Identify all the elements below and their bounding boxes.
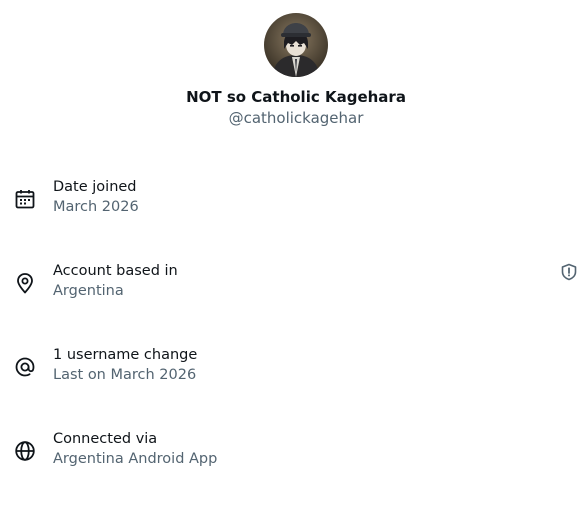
info-title: Connected via: [53, 431, 158, 447]
info-title: Date joined: [53, 179, 137, 195]
globe-icon: [14, 440, 36, 462]
calendar-icon: [14, 188, 36, 210]
info-row-date-joined: Date joined March 2026: [0, 177, 587, 221]
at-sign-icon: [14, 356, 36, 378]
location-pin-icon: [14, 272, 36, 294]
info-value: Last on March 2026: [53, 367, 197, 383]
info-row-username-change: 1 username change Last on March 2026: [0, 345, 587, 389]
info-value: March 2026: [53, 199, 139, 215]
info-value: Argentina Android App: [53, 451, 218, 467]
shield-icon[interactable]: [560, 263, 578, 281]
username-handle: @catholickagehar: [228, 109, 364, 127]
info-row-connected-via: Connected via Argentina Android App: [0, 429, 587, 473]
avatar[interactable]: [264, 13, 328, 77]
profile-header: NOT so Catholic Kagehara @catholickageha…: [0, 13, 587, 128]
info-title: 1 username change: [53, 347, 198, 363]
info-value: Argentina: [53, 283, 124, 299]
info-row-account-based-in: Account based in Argentina: [0, 261, 587, 305]
about-account-panel: NOT so Catholic Kagehara @catholickageha…: [0, 0, 587, 514]
info-title: Account based in: [53, 263, 178, 279]
display-name: NOT so Catholic Kagehara: [186, 88, 406, 106]
